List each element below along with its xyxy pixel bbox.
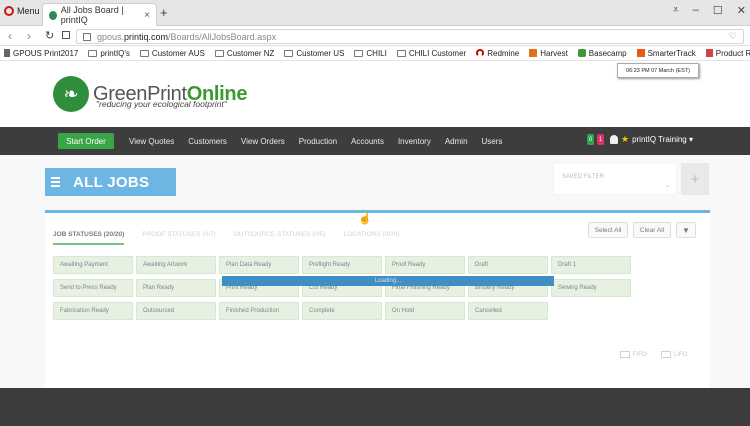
window-controls: ⩡ – ☐ ✕ [673, 4, 746, 17]
speed-dial-icon[interactable] [62, 31, 70, 39]
logo-tagline: "reducing your ecological footprint" [96, 99, 227, 109]
address-bar-row: ‹ › ↻ gpous.printiq.com/Boards/AllJobsBo… [0, 26, 750, 46]
nav-accounts[interactable]: Accounts [351, 137, 384, 146]
user-icon [609, 135, 618, 144]
bookmark-page-icon [4, 49, 10, 57]
url-text: gpous.printiq.com/Boards/AllJobsBoard.as… [97, 31, 277, 42]
menu-label: Menu [17, 6, 40, 16]
bookmark-basecamp[interactable]: Basecamp [577, 49, 627, 58]
tab-title: All Jobs Board | printIQ [60, 5, 124, 25]
start-order-button[interactable]: Start Order [58, 133, 114, 149]
folder-icon [88, 49, 98, 57]
opera-logo-icon [4, 6, 14, 16]
bookmark-folder-customer-us[interactable]: Customer US [284, 49, 344, 58]
nav-admin[interactable]: Admin [445, 137, 468, 146]
nav-customers[interactable]: Customers [188, 137, 227, 146]
greenprint-logo[interactable]: ❧ GreenPrintOnline "reducing your ecolog… [53, 76, 247, 112]
bookmark-folder-chili-customer[interactable]: CHILI Customer [396, 49, 466, 58]
loading-overlay [0, 155, 750, 426]
bookmark-folder-customer-nz[interactable]: Customer NZ [214, 49, 274, 58]
redmine-icon [476, 49, 485, 57]
smartertrack-icon [636, 49, 645, 57]
new-tab-button[interactable]: + [160, 5, 168, 20]
bookmark-folder-customer-aus[interactable]: Customer AUS [139, 49, 205, 58]
mouse-cursor-icon: ☝ [358, 213, 372, 225]
opera-menu-button[interactable]: Menu [4, 6, 40, 16]
star-icon: ★ [620, 134, 630, 144]
folder-icon [139, 49, 149, 57]
leaf-icon: ❧ [53, 76, 89, 112]
bookmarks-bar: GPOUS Print2017 printIQ's Customer AUS C… [0, 46, 750, 61]
maximize-icon[interactable]: ☐ [713, 4, 723, 17]
bookmark-gpous[interactable]: GPOUS Print2017 [4, 49, 78, 58]
bookmark-smartertrack[interactable]: SmarterTrack [636, 49, 696, 58]
bookmark-heart-icon[interactable]: ♡ [729, 31, 737, 42]
video-bottom-strip [0, 388, 750, 426]
folder-icon [214, 49, 224, 57]
nav-view-orders[interactable]: View Orders [241, 137, 285, 146]
notification-badge-pink[interactable]: 1 [596, 134, 604, 145]
bookmark-folder-printiqs[interactable]: printIQ's [88, 49, 130, 58]
nav-users[interactable]: Users [482, 137, 503, 146]
tab-list-icon[interactable]: ⩡ [673, 4, 679, 17]
printiq-favicon-icon [49, 10, 57, 20]
browser-tab-bar: Menu All Jobs Board | printIQ × + ⩡ – ☐ … [0, 0, 750, 26]
close-window-icon[interactable]: ✕ [737, 4, 746, 17]
tab-close-icon[interactable]: × [144, 10, 150, 21]
nav-inventory[interactable]: Inventory [398, 137, 431, 146]
minimize-icon[interactable]: – [693, 4, 699, 17]
folder-icon [396, 49, 406, 57]
document-icon [705, 49, 713, 57]
loading-bar: Loading... [222, 276, 554, 286]
basecamp-icon [577, 49, 586, 57]
nav-view-quotes[interactable]: View Quotes [129, 137, 174, 146]
nav-production[interactable]: Production [299, 137, 337, 146]
screen: Menu All Jobs Board | printIQ × + ⩡ – ☐ … [0, 0, 750, 426]
main-nav: Start Order View Quotes Customers View O… [0, 127, 750, 155]
user-area: 0 1 ★ printIQ Training ▾ [586, 134, 693, 145]
web-page: 06:23 PM 07 March (EST) ❧ GreenPrintOnli… [0, 61, 750, 426]
back-arrow-icon[interactable]: ‹ [8, 29, 12, 43]
bookmark-folder-chili[interactable]: CHILI [354, 49, 387, 58]
bookmark-harvest[interactable]: Harvest [529, 49, 568, 58]
bookmark-product-release[interactable]: Product Release Wor [705, 49, 750, 58]
reload-icon[interactable]: ↻ [45, 29, 54, 42]
harvest-icon [529, 49, 538, 57]
folder-icon [354, 49, 364, 57]
url-field[interactable]: gpous.printiq.com/Boards/AllJobsBoard.as… [76, 29, 744, 44]
browser-tab-active[interactable]: All Jobs Board | printIQ × [42, 3, 157, 26]
site-info-icon[interactable] [83, 32, 91, 41]
notification-badge-green[interactable]: 0 [586, 134, 594, 145]
user-menu[interactable]: printIQ Training ▾ [632, 135, 693, 144]
folder-icon [284, 49, 294, 57]
bookmark-redmine[interactable]: Redmine [476, 49, 519, 58]
board-content: ALL JOBS SAVED FILTER ⌄ + JOB STATUSES (… [0, 155, 750, 426]
forward-arrow-icon[interactable]: › [27, 29, 31, 43]
timestamp-box: 06:23 PM 07 March (EST) [617, 63, 699, 78]
